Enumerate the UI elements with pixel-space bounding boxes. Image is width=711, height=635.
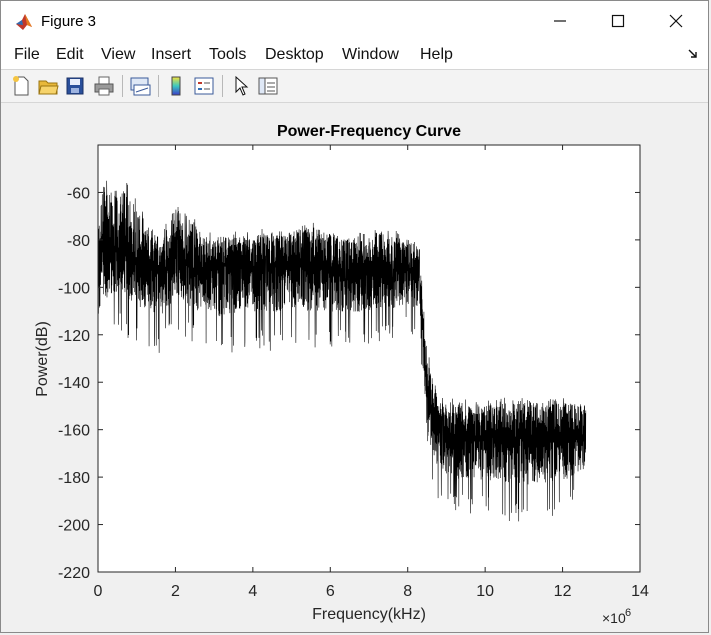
pointer-icon[interactable] (230, 75, 252, 97)
x-exponent-power: 6 (625, 607, 631, 619)
axes-background (98, 145, 640, 572)
toolbar-separator (158, 75, 159, 97)
maximize-button[interactable] (589, 1, 647, 41)
matlab-logo-icon (16, 14, 32, 30)
chart-title: Power-Frequency Curve (277, 123, 461, 140)
x-tick-label: 14 (631, 583, 649, 600)
y-tick-label: -100 (58, 280, 90, 297)
y-tick-label: -80 (67, 233, 90, 250)
y-tick-label: -200 (58, 518, 90, 535)
minimize-icon (554, 20, 566, 22)
property-inspector-icon[interactable] (257, 75, 279, 97)
open-folder-icon[interactable] (37, 75, 59, 97)
y-tick-label: -180 (58, 470, 90, 487)
menu-insert[interactable]: Insert (151, 46, 191, 64)
menu-help[interactable]: Help (420, 46, 453, 64)
x-tick-label: 4 (248, 583, 257, 600)
menu-file[interactable]: File (14, 46, 40, 64)
y-tick-label: -140 (58, 375, 90, 392)
x-tick-label: 12 (554, 583, 572, 600)
toolbar-separator (122, 75, 123, 97)
window-title: Figure 3 (41, 13, 97, 30)
x-exponent-base: ×10 (602, 610, 626, 626)
y-axis-label: Power(dB) (34, 321, 51, 397)
print-icon[interactable] (93, 75, 115, 97)
maximize-icon (611, 14, 625, 28)
x-tick-label: 0 (94, 583, 103, 600)
menu-window[interactable]: Window (342, 46, 399, 64)
y-tick-label: -160 (58, 423, 90, 440)
y-tick-label: -120 (58, 328, 90, 345)
title-bar[interactable]: Figure 3 (1, 1, 708, 41)
close-button[interactable] (647, 1, 705, 41)
y-tick-label: -60 (67, 185, 90, 202)
x-tick-label: 2 (171, 583, 180, 600)
power-frequency-chart[interactable]: 0 2 4 6 8 10 12 14 -60 -80 -100 -120 -140 -160 -180 -20… (7, 103, 704, 630)
minimize-button[interactable] (531, 1, 589, 41)
close-icon (669, 14, 683, 28)
menu-bar: File Edit View Insert Tools Desktop Wind… (1, 41, 708, 70)
toolbar-separator (222, 75, 223, 97)
colorbar-icon[interactable] (165, 75, 187, 97)
menu-view[interactable]: View (101, 46, 135, 64)
menu-tools[interactable]: Tools (209, 46, 246, 64)
figure-window: Figure 3 File Edit View Insert Tools Des… (0, 0, 709, 633)
x-tick-label: 10 (476, 583, 494, 600)
toolbar (1, 70, 708, 103)
menu-desktop[interactable]: Desktop (265, 46, 324, 64)
link-plot-icon[interactable] (129, 75, 151, 97)
new-file-icon[interactable] (10, 75, 32, 97)
menu-edit[interactable]: Edit (56, 46, 84, 64)
dock-arrow-icon[interactable] (688, 49, 698, 59)
y-tick-label: -220 (58, 565, 90, 582)
figure-canvas: 0 2 4 6 8 10 12 14 -60 -80 -100 -120 -140 -160 -180 -20… (7, 103, 704, 630)
save-icon[interactable] (64, 75, 86, 97)
x-tick-label: 6 (326, 583, 335, 600)
x-tick-label: 8 (403, 583, 412, 600)
x-axis-label: Frequency(kHz) (312, 606, 426, 623)
legend-icon[interactable] (193, 75, 215, 97)
